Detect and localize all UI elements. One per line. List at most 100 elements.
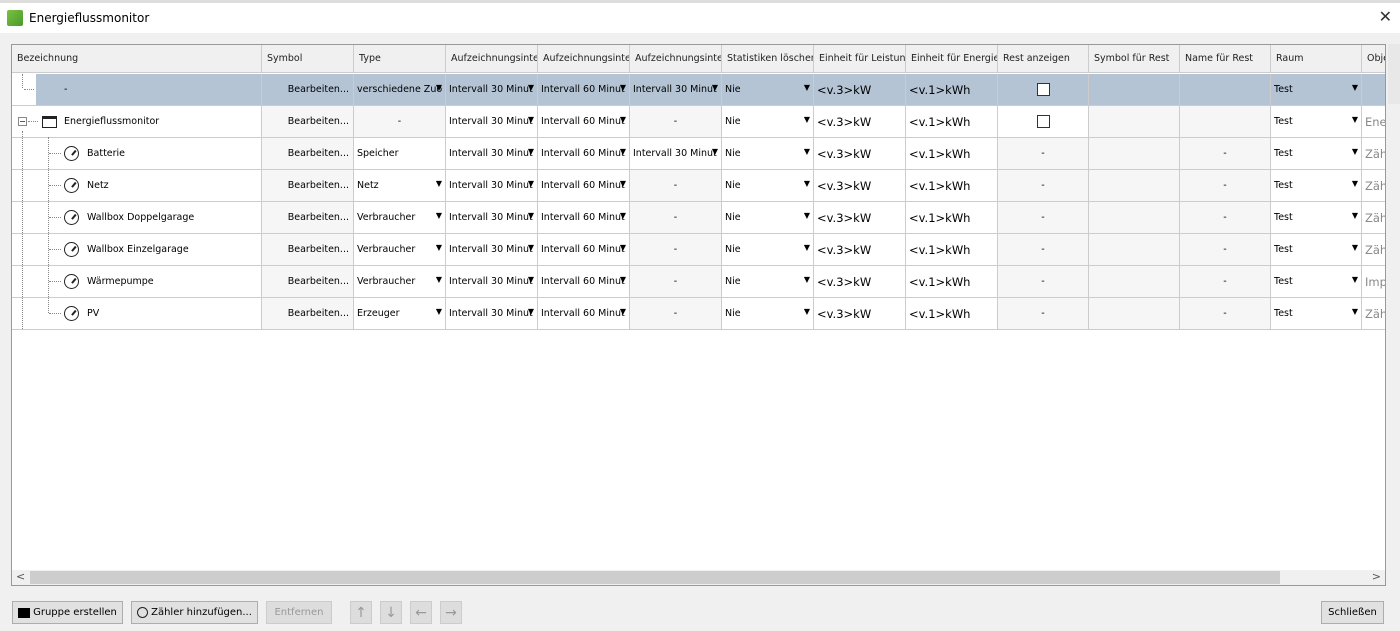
power-unit-field[interactable]: <v.3>kW — [814, 106, 906, 137]
delete-statistics-dropdown[interactable]: Nie ▼ — [722, 74, 814, 105]
column-header[interactable]: Symbol — [262, 45, 354, 73]
delete-statistics-dropdown[interactable]: Nie ▼ — [722, 170, 814, 201]
symbol-edit-cell[interactable]: Bearbeiten... — [262, 138, 354, 169]
create-group-button[interactable]: Gruppe erstellen — [12, 601, 123, 624]
power-unit-field[interactable]: <v.3>kW — [814, 202, 906, 233]
chevron-down-icon[interactable]: ▼ — [620, 179, 626, 188]
interval2-dropdown[interactable]: Intervall 60 Minut ▼ — [538, 74, 630, 105]
delete-statistics-dropdown[interactable]: Nie ▼ — [722, 266, 814, 297]
add-counter-button[interactable]: Zähler hinzufügen... — [131, 601, 258, 624]
chevron-down-icon[interactable]: ▼ — [804, 179, 810, 188]
column-header[interactable]: Type — [354, 45, 446, 73]
move-up-button[interactable]: ↑ — [350, 601, 372, 624]
symbol-edit-cell[interactable]: Bearbeiten... — [262, 170, 354, 201]
delete-statistics-dropdown[interactable]: Nie ▼ — [722, 298, 814, 329]
name-cell[interactable]: - — [12, 74, 262, 105]
chevron-down-icon[interactable]: ▼ — [712, 147, 718, 156]
interval2-dropdown[interactable]: Intervall 60 Minut ▼ — [538, 138, 630, 169]
chevron-down-icon[interactable]: ▼ — [436, 243, 442, 252]
interval1-dropdown[interactable]: Intervall 30 Minut ▼ — [446, 298, 538, 329]
type-cell[interactable]: Netz ▼ — [354, 170, 446, 201]
power-unit-field[interactable]: <v.3>kW — [814, 234, 906, 265]
energy-unit-field[interactable]: <v.1>kWh — [906, 170, 998, 201]
energy-unit-field[interactable]: <v.1>kWh — [906, 202, 998, 233]
room-dropdown[interactable]: Test ▼ — [1271, 138, 1362, 169]
chevron-down-icon[interactable]: ▼ — [528, 115, 534, 124]
column-header[interactable]: Bezeichnung — [12, 45, 262, 73]
chevron-down-icon[interactable]: ▼ — [712, 83, 718, 92]
move-left-button[interactable]: ← — [410, 601, 432, 624]
chevron-down-icon[interactable]: ▼ — [1352, 243, 1358, 252]
interval1-dropdown[interactable]: Intervall 30 Minut ▼ — [446, 202, 538, 233]
name-cell[interactable]: PV — [12, 298, 262, 329]
interval2-dropdown[interactable]: Intervall 60 Minut ▼ — [538, 106, 630, 137]
chevron-down-icon[interactable]: ▼ — [528, 243, 534, 252]
chevron-down-icon[interactable]: ▼ — [1352, 83, 1358, 92]
column-header[interactable]: Einheit für Energie c — [906, 45, 998, 73]
table-row[interactable]: PV Bearbeiten... Erzeuger ▼ Intervall 30 Min… — [12, 298, 1385, 330]
interval2-dropdown[interactable]: Intervall 60 Minut ▼ — [538, 266, 630, 297]
power-unit-field[interactable]: <v.3>kW — [814, 74, 906, 105]
vertical-scrollbar[interactable] — [1388, 44, 1400, 104]
table-row[interactable]: − Energieflussmonitor Bearbeiten... - Interv… — [12, 106, 1385, 138]
chevron-down-icon[interactable]: ▼ — [528, 307, 534, 316]
symbol-edit-cell[interactable]: Bearbeiten... — [262, 106, 354, 137]
move-right-button[interactable]: → — [440, 601, 462, 624]
symbol-edit-cell[interactable]: Bearbeiten... — [262, 74, 354, 105]
power-unit-field[interactable]: <v.3>kW — [814, 138, 906, 169]
power-unit-field[interactable]: <v.3>kW — [814, 298, 906, 329]
power-unit-field[interactable]: <v.3>kW — [814, 266, 906, 297]
energy-unit-field[interactable]: <v.1>kWh — [906, 234, 998, 265]
table-row[interactable]: Batterie Bearbeiten... Speicher Intervall 3… — [12, 138, 1385, 170]
column-header[interactable]: Name für Rest — [1180, 45, 1271, 73]
interval2-dropdown[interactable]: Intervall 60 Minut ▼ — [538, 202, 630, 233]
show-rest-checkbox[interactable] — [1036, 115, 1050, 128]
move-down-button[interactable]: ↓ — [380, 601, 402, 624]
scrollbar-thumb[interactable] — [30, 571, 1280, 584]
energy-unit-field[interactable]: <v.1>kWh — [906, 74, 998, 105]
horizontal-scrollbar[interactable]: < > — [12, 570, 1385, 585]
interval2-dropdown[interactable]: Intervall 60 Minut ▼ — [538, 170, 630, 201]
column-header[interactable]: Einheit für Leistung — [814, 45, 906, 73]
interval1-dropdown[interactable]: Intervall 30 Minut ▼ — [446, 138, 538, 169]
chevron-down-icon[interactable]: ▼ — [620, 147, 626, 156]
chevron-down-icon[interactable]: ▼ — [436, 275, 442, 284]
chevron-down-icon[interactable]: ▼ — [1352, 211, 1358, 220]
room-dropdown[interactable]: Test ▼ — [1271, 106, 1362, 137]
delete-statistics-dropdown[interactable]: Nie ▼ — [722, 234, 814, 265]
interval1-dropdown[interactable]: Intervall 30 Minut ▼ — [446, 170, 538, 201]
chevron-down-icon[interactable]: ▼ — [804, 83, 810, 92]
column-header[interactable]: Aufzeichnungsinter — [630, 45, 722, 73]
chevron-down-icon[interactable]: ▼ — [436, 307, 442, 316]
room-dropdown[interactable]: Test ▼ — [1271, 234, 1362, 265]
symbol-edit-cell[interactable]: Bearbeiten... — [262, 298, 354, 329]
chevron-down-icon[interactable]: ▼ — [528, 211, 534, 220]
room-dropdown[interactable]: Test ▼ — [1271, 202, 1362, 233]
table-row[interactable]: Netz Bearbeiten... Netz ▼ Intervall 30 Minut… — [12, 170, 1385, 202]
type-cell[interactable]: Verbraucher ▼ — [354, 202, 446, 233]
chevron-down-icon[interactable]: ▼ — [620, 83, 626, 92]
interval1-dropdown[interactable]: Intervall 30 Minut ▼ — [446, 266, 538, 297]
power-unit-field[interactable]: <v.3>kW — [814, 170, 906, 201]
chevron-down-icon[interactable]: ▼ — [528, 147, 534, 156]
chevron-down-icon[interactable]: ▼ — [528, 83, 534, 92]
chevron-down-icon[interactable]: ▼ — [528, 275, 534, 284]
column-header[interactable]: Rest anzeigen — [998, 45, 1089, 73]
chevron-down-icon[interactable]: ▼ — [804, 211, 810, 220]
symbol-edit-cell[interactable]: Bearbeiten... — [262, 234, 354, 265]
name-cell[interactable]: Wallbox Doppelgarage — [12, 202, 262, 233]
show-rest-cell[interactable] — [998, 106, 1089, 137]
chevron-down-icon[interactable]: ▼ — [528, 179, 534, 188]
energy-unit-field[interactable]: <v.1>kWh — [906, 138, 998, 169]
chevron-down-icon[interactable]: ▼ — [804, 147, 810, 156]
delete-statistics-dropdown[interactable]: Nie ▼ — [722, 106, 814, 137]
table-row[interactable]: Wallbox Doppelgarage Bearbeiten... Verbrau… — [12, 202, 1385, 234]
chevron-down-icon[interactable]: ▼ — [1352, 307, 1358, 316]
room-dropdown[interactable]: Test ▼ — [1271, 266, 1362, 297]
room-dropdown[interactable]: Test ▼ — [1271, 74, 1362, 105]
chevron-down-icon[interactable]: ▼ — [804, 275, 810, 284]
name-cell[interactable]: Wärmepumpe — [12, 266, 262, 297]
scroll-left-button[interactable]: < — [16, 570, 25, 583]
chevron-down-icon[interactable]: ▼ — [620, 243, 626, 252]
chevron-down-icon[interactable]: ▼ — [620, 211, 626, 220]
